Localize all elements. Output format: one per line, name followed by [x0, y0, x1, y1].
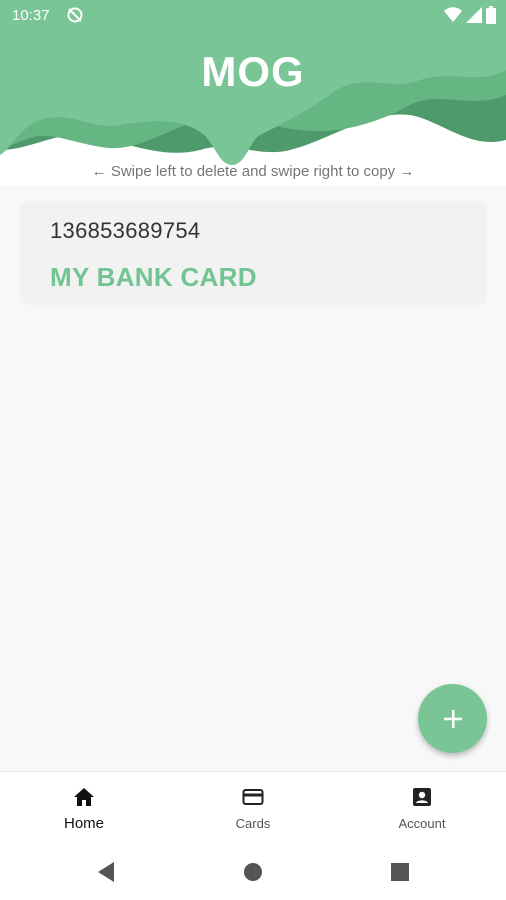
- credit-card-icon: [242, 789, 264, 805]
- card-item[interactable]: 136853689754 MY BANK CARD: [20, 201, 487, 305]
- nav-item-account[interactable]: Account: [338, 772, 506, 846]
- nav-item-cards[interactable]: Cards: [169, 772, 337, 846]
- nav-label-cards: Cards: [235, 816, 271, 831]
- wifi-icon: [444, 7, 462, 22]
- nav-label-home: Home: [63, 815, 104, 832]
- header: 10:37 MOG ← Swipe left to delete and swi…: [0, 0, 506, 185]
- app-title: MOG: [201, 48, 305, 95]
- overview-square-icon[interactable]: [390, 861, 410, 883]
- battery-icon: [486, 6, 496, 24]
- back-icon[interactable]: [96, 861, 116, 883]
- nav-label-account: Account: [398, 816, 446, 831]
- home-circle-icon[interactable]: [243, 861, 263, 883]
- status-bar: 10:37: [0, 0, 506, 32]
- status-time: 10:37: [12, 7, 50, 24]
- swipe-hint: ← Swipe left to delete and swipe right t…: [91, 163, 415, 180]
- card-name: MY BANK CARD: [50, 262, 257, 292]
- signal-icon: [466, 7, 482, 23]
- card-number: 136853689754: [50, 218, 201, 243]
- add-card-button[interactable]: [418, 684, 487, 753]
- sync-off-icon: [67, 7, 83, 23]
- plus-icon: [443, 709, 462, 728]
- bottom-nav: Home Cards Account: [0, 771, 506, 846]
- home-icon: [74, 788, 94, 806]
- system-navigation-bar: [0, 845, 506, 900]
- account-box-icon: [413, 788, 431, 806]
- nav-item-home[interactable]: Home: [0, 772, 168, 846]
